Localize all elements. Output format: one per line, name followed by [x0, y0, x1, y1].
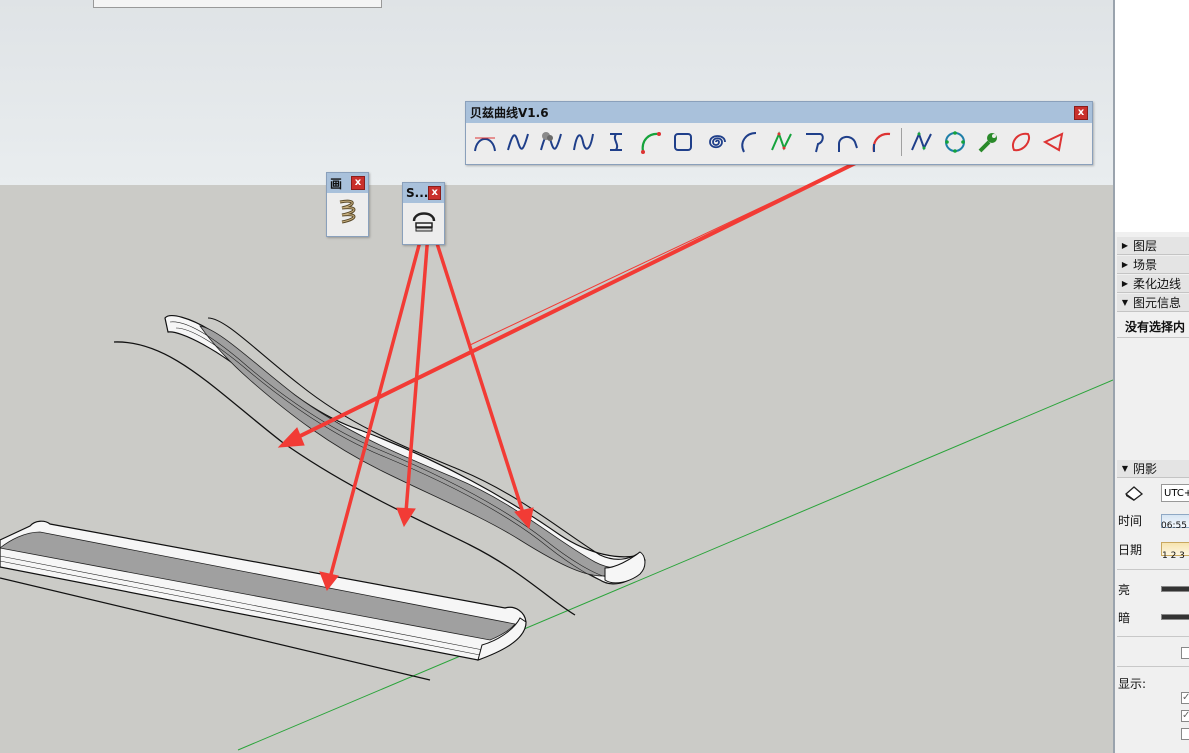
- s-toolbar: S... x: [402, 182, 445, 245]
- tray-section-label: 图层: [1133, 239, 1158, 253]
- arc-curve-icon: [474, 137, 496, 152]
- arc-curve-tool-button[interactable]: [470, 127, 500, 157]
- red-arc-tool-button[interactable]: [866, 127, 896, 157]
- spline-icon: [573, 133, 594, 151]
- divider: [1117, 666, 1189, 667]
- bezier-toolbar-buttons: [466, 123, 1092, 161]
- display-label: 显示:: [1118, 677, 1147, 691]
- wrench-icon: [978, 133, 997, 153]
- polyline-icon: [911, 131, 932, 151]
- zigzag-icon: [771, 131, 792, 151]
- entity-info-text: 没有选择内: [1125, 320, 1186, 334]
- tray-section-label: 柔化边线: [1133, 277, 1182, 291]
- tray-section-label: 图元信息: [1133, 296, 1182, 310]
- dark-slider[interactable]: [1161, 614, 1189, 620]
- display-ground-checkbox[interactable]: ✓: [1181, 710, 1189, 722]
- closed-curve-icon: [1012, 132, 1030, 152]
- polyline-bezier-icon: [540, 132, 562, 151]
- triangle-tool-button[interactable]: [1039, 127, 1069, 157]
- polyline-bezier-tool-button[interactable]: [536, 127, 566, 157]
- rounded-rectangle-icon: [674, 133, 692, 151]
- rectangle-tool-button[interactable]: [668, 127, 698, 157]
- tray-section-layers[interactable]: ▶ 图层: [1117, 237, 1189, 255]
- collapsed-arrow-icon: ▶: [1121, 279, 1129, 288]
- s-toolbar-buttons: [403, 203, 444, 239]
- time-label: 时间: [1118, 514, 1143, 528]
- catmull-spline-icon: [610, 133, 622, 151]
- s-toolbar-close-button[interactable]: x: [428, 186, 441, 200]
- default-tray-panel: ▶ 图层 ▶ 场景 ▶ 柔化边线 ▼ 图元信息 没有选择内 ▼ 阴影 UTC+ …: [1113, 0, 1189, 753]
- light-slider[interactable]: [1161, 586, 1189, 592]
- divider: [1117, 636, 1189, 637]
- hook-curve-tool-button[interactable]: [800, 127, 830, 157]
- thin-leader-line: [469, 151, 879, 346]
- hook-curve-icon: [806, 133, 824, 153]
- wavy-gutter-model: [164, 315, 646, 585]
- straight-gutter-model: [0, 520, 527, 661]
- draw-toolbar-title: 画: [330, 176, 343, 191]
- arrow-s-to-straight-gutter: [328, 233, 424, 579]
- collapsed-arrow-icon: ▶: [1121, 260, 1129, 269]
- expanded-arrow-icon: ▼: [1121, 464, 1129, 473]
- corner-arc-icon: [838, 136, 858, 152]
- use-sun-shading-checkbox[interactable]: [1181, 647, 1189, 659]
- draw-toolbar: 画 x: [326, 172, 369, 237]
- bezier-curve-tool-button[interactable]: [503, 127, 533, 157]
- s-toolbar-title-bar[interactable]: S... x: [403, 183, 444, 203]
- light-label: 亮: [1118, 583, 1131, 597]
- tray-section-entity-info[interactable]: ▼ 图元信息: [1117, 294, 1189, 312]
- display-edges-checkbox[interactable]: [1181, 728, 1189, 740]
- polygon-tool-button[interactable]: [940, 127, 970, 157]
- bezier-toolbar-title-bar[interactable]: 贝兹曲线V1.6 x: [466, 102, 1092, 123]
- bezier-toolbar-title: 贝兹曲线V1.6: [470, 106, 549, 120]
- divider: [1117, 569, 1189, 570]
- follow-shape-tool-button[interactable]: [409, 206, 439, 236]
- toolbar-separator: [901, 128, 902, 156]
- draw-toolbar-buttons: [327, 193, 368, 229]
- tray-section-label: 场景: [1133, 258, 1158, 272]
- polyline-tool-button[interactable]: [907, 127, 937, 157]
- date-ticks: 1 2 3: [1162, 551, 1185, 561]
- triangle-icon: [1042, 132, 1064, 152]
- red-arc-icon: [872, 132, 891, 153]
- spiral-icon: [709, 135, 726, 149]
- modeling-viewport[interactable]: 贝兹曲线V1.6 x 画 x S... x: [0, 0, 1113, 753]
- spring-coil-icon: [339, 199, 355, 224]
- catmull-spline-tool-button[interactable]: [602, 127, 632, 157]
- closed-curve-tool-button[interactable]: [1006, 127, 1036, 157]
- collapsed-arrow-icon: ▶: [1121, 241, 1129, 250]
- date-label: 日期: [1118, 543, 1143, 557]
- bezier-toolbar-close-button[interactable]: x: [1074, 105, 1088, 120]
- spiral-tool-button[interactable]: [701, 127, 731, 157]
- bezier-curve-toolbar: 贝兹曲线V1.6 x: [465, 101, 1093, 165]
- zigzag-tool-button[interactable]: [767, 127, 797, 157]
- shadow-toggle-icon[interactable]: [1123, 484, 1145, 502]
- follow-shape-icon: [412, 212, 435, 232]
- tray-section-shadows[interactable]: ▼ 阴影: [1117, 460, 1189, 478]
- tray-section-label: 阴影: [1133, 462, 1158, 476]
- corner-arc-tool-button[interactable]: [833, 127, 863, 157]
- three-point-arc-icon: [741, 132, 757, 153]
- bezier-curve-icon: [507, 133, 529, 151]
- polygon-icon: [945, 131, 965, 153]
- spline-tool-button[interactable]: [569, 127, 599, 157]
- tray-blank-area: [1115, 0, 1189, 232]
- timezone-dropdown[interactable]: UTC+: [1161, 484, 1189, 502]
- dark-label: 暗: [1118, 611, 1131, 625]
- draw-toolbar-title-bar[interactable]: 画 x: [327, 173, 368, 193]
- s-toolbar-title: S...: [406, 186, 429, 200]
- three-point-arc-tool-button[interactable]: [734, 127, 764, 157]
- tray-section-soften-edges[interactable]: ▶ 柔化边线: [1117, 275, 1189, 293]
- tray-section-scenes[interactable]: ▶ 场景: [1117, 256, 1189, 274]
- spring-coil-tool-button[interactable]: [333, 196, 363, 226]
- expanded-arrow-icon: ▼: [1121, 298, 1129, 307]
- arc-tool-button[interactable]: [635, 127, 665, 157]
- wrench-settings-tool-button[interactable]: [973, 127, 1003, 157]
- green-arc-icon: [641, 132, 661, 154]
- time-value: 06:55: [1161, 521, 1187, 531]
- arrowhead-1: [277, 427, 305, 448]
- divider: [1117, 337, 1189, 338]
- draw-toolbar-close-button[interactable]: x: [351, 176, 365, 190]
- display-faces-checkbox[interactable]: ✓: [1181, 692, 1189, 704]
